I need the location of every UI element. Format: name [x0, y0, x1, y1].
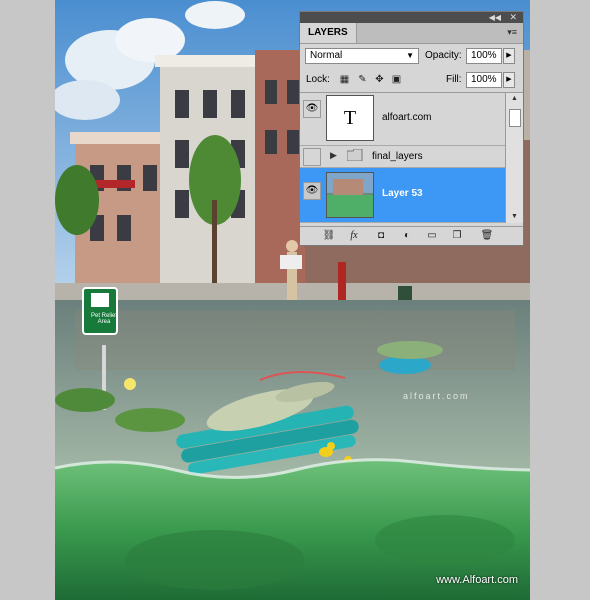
- panel-menu-icon[interactable]: ▾≡: [507, 27, 517, 38]
- water-watermark: alfoart.com: [403, 391, 470, 401]
- layer-list: 👁 T alfoart.com ▶ final_layers 👁 Layer 5…: [300, 93, 523, 223]
- layer-name[interactable]: alfoart.com: [382, 112, 431, 123]
- lock-move-icon[interactable]: ✥: [374, 74, 385, 85]
- layer-row-final-layers[interactable]: ▶ final_layers: [300, 146, 507, 168]
- new-layer-icon[interactable]: ❐: [450, 229, 464, 243]
- opacity-arrow-icon[interactable]: ▶: [503, 48, 515, 64]
- lock-fill-row: Lock: ▦ ✎ ✥ ▣ Fill: 100% ▶: [300, 68, 523, 93]
- panel-titlebar[interactable]: ◀◀ ✕: [300, 12, 523, 23]
- opacity-field[interactable]: 100%: [466, 48, 502, 64]
- scroll-thumb[interactable]: [509, 109, 521, 127]
- fill-field[interactable]: 100%: [466, 72, 502, 88]
- layer-thumbnail: [326, 172, 374, 218]
- watermark: www.Alfoart.com: [436, 574, 518, 586]
- panel-tabs: LAYERS ▾≡: [300, 23, 523, 44]
- fx-icon[interactable]: fx: [347, 229, 361, 243]
- lock-label: Lock:: [306, 74, 330, 85]
- layers-scrollbar[interactable]: ▲ ▼: [505, 93, 523, 223]
- opacity-label: Opacity:: [425, 50, 462, 61]
- chevron-down-icon: ▼: [406, 51, 414, 60]
- lock-all-icon[interactable]: ▣: [391, 74, 402, 85]
- scroll-down-icon[interactable]: ▼: [506, 211, 523, 223]
- lock-brush-icon[interactable]: ✎: [357, 74, 368, 85]
- lock-transparency-icon[interactable]: ▦: [339, 74, 350, 85]
- blend-opacity-row: Normal ▼ Opacity: 100% ▶: [300, 44, 523, 68]
- scroll-up-icon[interactable]: ▲: [506, 93, 523, 105]
- layer-name[interactable]: Layer 53: [382, 188, 423, 199]
- tab-layers[interactable]: LAYERS: [300, 23, 357, 43]
- eye-icon[interactable]: 👁: [303, 100, 321, 118]
- blend-mode-value: Normal: [310, 50, 343, 61]
- visibility-toggle[interactable]: [303, 148, 321, 166]
- eye-icon[interactable]: 👁: [303, 182, 321, 200]
- collapse-icon[interactable]: ◀◀: [489, 12, 501, 23]
- layers-panel: ◀◀ ✕ LAYERS ▾≡ Normal ▼ Opacity: 100% ▶ …: [299, 11, 524, 246]
- blend-mode-select[interactable]: Normal ▼: [305, 48, 419, 64]
- group-name[interactable]: final_layers: [372, 151, 423, 162]
- adjustment-icon[interactable]: ◐: [400, 229, 414, 243]
- fill-arrow-icon[interactable]: ▶: [503, 72, 515, 88]
- fill-label: Fill:: [446, 74, 462, 85]
- close-icon[interactable]: ✕: [509, 12, 517, 23]
- trash-icon[interactable]: 🗑: [480, 229, 494, 243]
- expand-triangle-icon[interactable]: ▶: [330, 150, 337, 161]
- mask-icon[interactable]: ◘: [374, 229, 388, 243]
- panel-footer: ⛓ fx ◘ ◐ ▭ ❐ 🗑: [300, 226, 523, 245]
- link-icon[interactable]: ⛓: [322, 229, 336, 243]
- folder-icon[interactable]: ▭: [425, 229, 439, 243]
- folder-icon: [346, 148, 363, 162]
- layer-row-layer-53[interactable]: 👁 Layer 53: [300, 168, 507, 223]
- text-layer-thumbnail: T: [326, 95, 374, 141]
- layer-row-alfoart[interactable]: 👁 T alfoart.com: [300, 93, 507, 146]
- pet-relief-sign-text: Pet Relief Area: [90, 313, 117, 325]
